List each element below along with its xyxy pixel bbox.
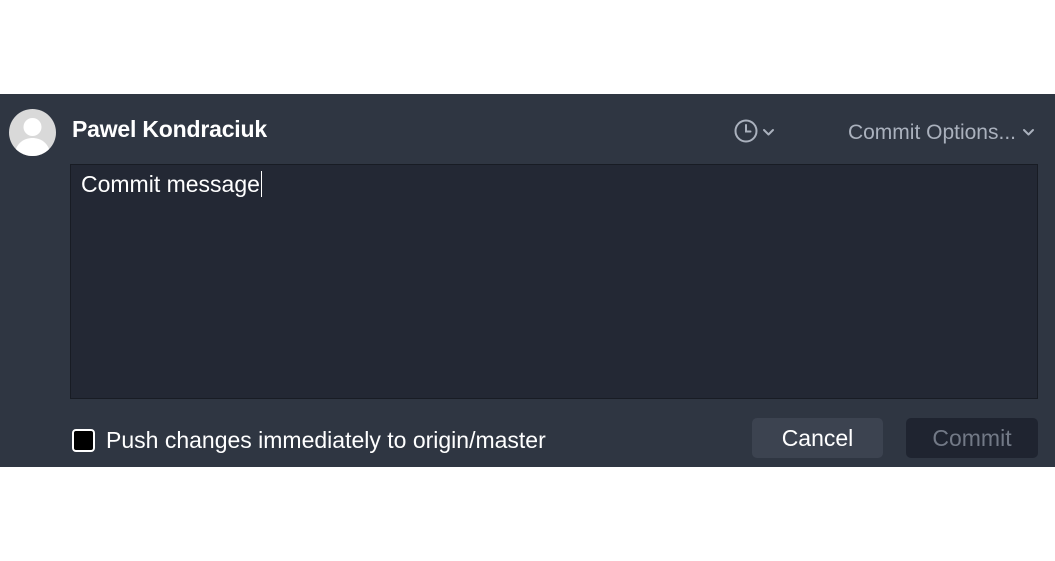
commit-button[interactable]: Commit — [906, 418, 1038, 458]
push-option[interactable]: Push changes immediately to origin/maste… — [72, 427, 546, 454]
commit-message-input[interactable]: Commit message — [70, 164, 1038, 399]
chevron-down-icon — [762, 124, 775, 142]
push-label: Push changes immediately to origin/maste… — [106, 427, 546, 453]
clock-icon — [733, 118, 759, 149]
cancel-button[interactable]: Cancel — [752, 418, 883, 458]
commit-options-label: Commit Options... — [847, 121, 1016, 144]
commit-options-dropdown[interactable]: Commit Options... — [848, 118, 1035, 148]
chevron-down-icon — [1022, 124, 1035, 142]
user-avatar-icon — [9, 109, 56, 156]
text-caret — [260, 171, 262, 197]
author-name: Pawel Kondraciuk — [72, 116, 267, 142]
commit-panel: Pawel Kondraciuk Commit Options... Commi… — [0, 94, 1055, 467]
history-button[interactable] — [733, 118, 775, 148]
commit-message-text: Commit message — [81, 171, 260, 197]
push-checkbox[interactable] — [72, 429, 95, 452]
